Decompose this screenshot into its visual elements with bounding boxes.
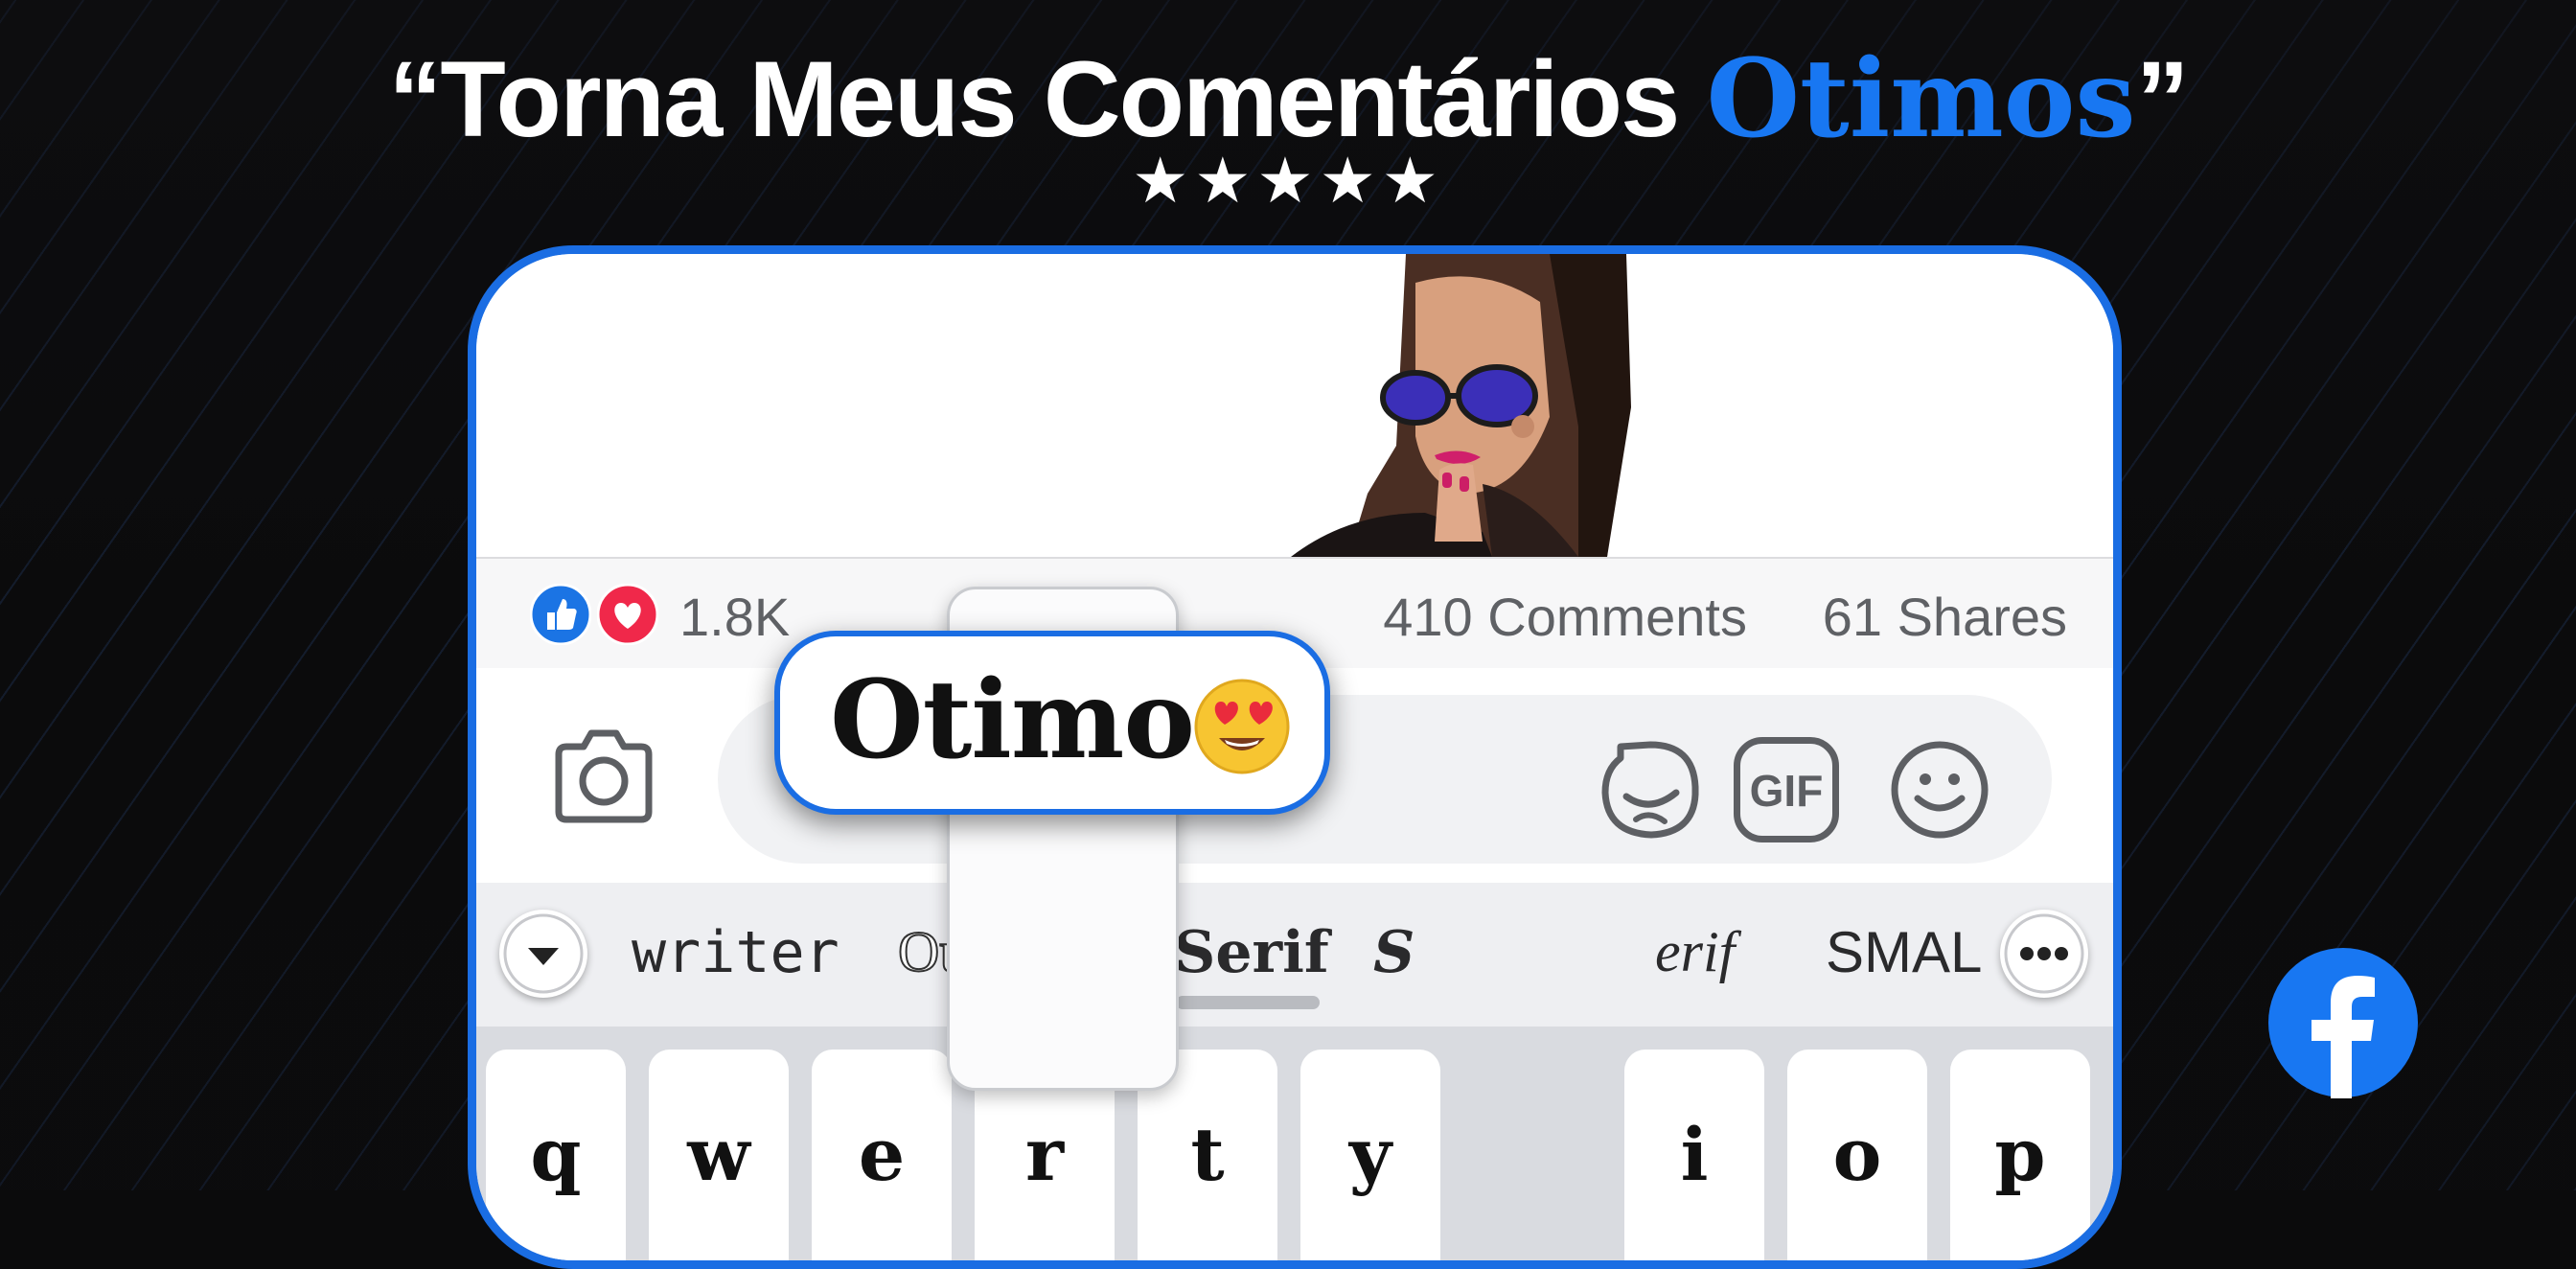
sticker-icon[interactable]	[1598, 737, 1703, 842]
comments-count[interactable]: 410 Comments	[1383, 586, 1747, 648]
headline-close-quote: ”	[2135, 39, 2190, 159]
rating-stars: ★★★★★	[1132, 145, 1444, 216]
like-icon	[529, 583, 592, 646]
more-icon	[2004, 913, 2084, 994]
gif-icon[interactable]: GIF	[1734, 737, 1839, 842]
key-p[interactable]: p	[1950, 1050, 2090, 1260]
headline-text: Torna Meus Comentários	[440, 39, 1707, 159]
font-suggestion-bar: writer Outline Serif S erif SMAL	[476, 883, 2113, 1027]
font-serif-script[interactable]: erif	[1655, 919, 1735, 985]
comment-preview-bubble: Otimo	[774, 631, 1330, 815]
post-image	[1291, 254, 1631, 557]
key-popup-stem	[988, 848, 1132, 1088]
collapse-button[interactable]	[499, 910, 587, 998]
key-w[interactable]: w	[649, 1050, 789, 1260]
key-i[interactable]: i	[1624, 1050, 1764, 1260]
love-icon	[596, 583, 659, 646]
shares-count[interactable]: 61 Shares	[1823, 586, 2067, 648]
post-image-area	[476, 254, 2113, 557]
comment-text: Otimo	[830, 658, 1195, 783]
more-button[interactable]	[2000, 910, 2088, 998]
chevron-down-icon	[503, 913, 584, 994]
key-y[interactable]: y	[1300, 1050, 1440, 1260]
font-writer[interactable]: writer	[632, 919, 840, 986]
keyboard: writer Outline Serif S erif SMAL q w e r…	[476, 883, 2113, 1260]
gif-label: GIF	[1749, 766, 1824, 816]
font-serif-italic[interactable]: S	[1373, 919, 1414, 986]
camera-icon[interactable]	[551, 726, 656, 825]
font-small-caps[interactable]: SMAL	[1826, 919, 1982, 985]
smiley-icon[interactable]	[1887, 737, 1992, 842]
heart-eyes-emoji	[1194, 679, 1290, 774]
headline-open-quote: “	[388, 39, 442, 159]
key-o[interactable]: o	[1787, 1050, 1927, 1260]
key-q[interactable]: q	[486, 1050, 626, 1260]
selected-font-indicator	[1176, 996, 1320, 1009]
likes-count[interactable]: 1.8K	[679, 586, 790, 648]
key-e[interactable]: e	[812, 1050, 952, 1260]
font-serif[interactable]: Serif	[1174, 919, 1329, 986]
facebook-icon	[2268, 948, 2418, 1098]
